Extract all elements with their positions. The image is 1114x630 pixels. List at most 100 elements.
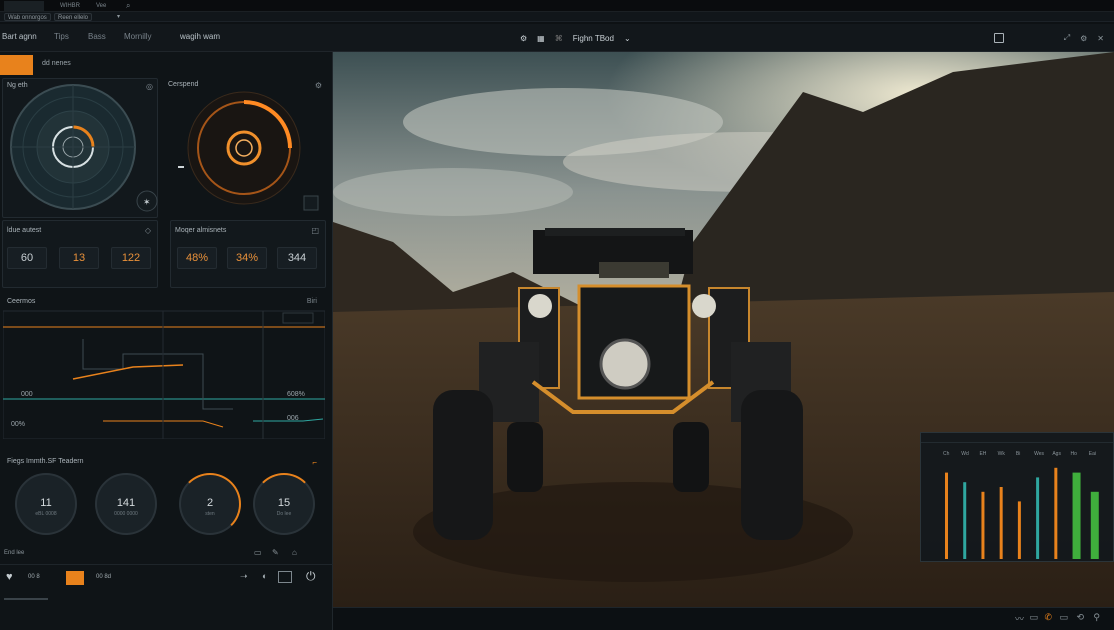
browser-tab-strip: WIHBR Vee ⌕ xyxy=(0,0,1114,12)
graph-value: 000 xyxy=(21,391,33,398)
camera-viewport[interactable]: Ch Wd EH Wk Bi Wes Ags Ho Eai xyxy=(333,52,1114,607)
chart-bar xyxy=(1090,491,1099,559)
card-title: ldue autest xyxy=(7,227,42,234)
gauge-value: 11 xyxy=(40,497,52,509)
signal-graph[interactable] xyxy=(3,309,325,439)
stat-value: 344 xyxy=(277,247,317,269)
settings-icon[interactable]: ⚙ xyxy=(315,81,322,90)
chart-category-label: Eai xyxy=(1089,451,1096,457)
pin-icon[interactable]: ⚲ xyxy=(1093,612,1100,623)
gauge-dial[interactable]: 2 sten xyxy=(179,473,241,535)
chart-category-label: Wd xyxy=(961,451,969,457)
gauge-sub: eBL 0008 xyxy=(35,511,57,517)
menu-item[interactable]: Mornilly xyxy=(124,32,152,41)
control-label: 00 8d xyxy=(96,574,112,580)
video-icon[interactable]: ▭ xyxy=(254,548,262,557)
dropdown-icon[interactable]: ▾ xyxy=(114,13,123,21)
stat-value: 34% xyxy=(227,247,267,269)
info-icon[interactable]: ◎ xyxy=(146,82,153,91)
viewport-status-bar: 〰 ▭ ✆ ▭ ⟲ ⚲ xyxy=(333,607,1114,630)
gauge-value: 2 xyxy=(206,497,214,509)
control-row: ♥ 00 8 00 8d ➝ ◐ ⏻ xyxy=(0,564,333,588)
arrow-right-icon[interactable]: ➝ xyxy=(240,571,248,582)
layer-icon[interactable]: ⌂ xyxy=(292,548,297,557)
fullscreen-icon[interactable] xyxy=(993,33,1004,43)
record-button[interactable] xyxy=(66,571,84,585)
expand-icon[interactable]: ⤢ xyxy=(1064,33,1070,43)
stat-value: 13 xyxy=(59,247,99,269)
chart-category-label: EH xyxy=(979,451,986,457)
card-title: Fiegs Immth.SF Teadern xyxy=(7,458,84,465)
graph-value: 006 xyxy=(287,415,299,422)
heart-icon[interactable]: ♥ xyxy=(6,571,13,583)
refresh-icon[interactable]: ⟲ xyxy=(1076,612,1084,623)
left-control-panel: dd nenes Ng eth ✶ ◎ Cerspend ⚙ ldue aute… xyxy=(0,52,333,630)
brightness-icon[interactable]: ◐ xyxy=(262,571,267,581)
compass-dial[interactable] xyxy=(164,78,328,218)
graph-value: 00% xyxy=(11,421,26,428)
chart-category-label: Ch xyxy=(943,451,950,457)
card-title: Ceermos xyxy=(7,298,36,305)
radar-dial[interactable]: ✶ xyxy=(3,79,159,219)
camera-icon[interactable]: ⚙ xyxy=(520,34,527,43)
svg-text:✶: ✶ xyxy=(143,197,151,207)
shield-icon[interactable]: ◇ xyxy=(145,226,151,235)
menu-item[interactable]: Bart agnn xyxy=(2,32,37,41)
screen-icon[interactable] xyxy=(278,571,292,583)
display-icon[interactable]: ▭ xyxy=(1059,612,1068,623)
gauge-dial[interactable]: 11 eBL 0008 xyxy=(15,473,77,535)
control-label: 00 8 xyxy=(28,574,40,580)
center-toolbar: ⚙ ▦ ⌘ Fighn TBod ⌄ xyxy=(520,30,631,46)
signal-graph-card: Ceermos Biri 000 00% 608% 006 xyxy=(2,294,325,440)
stat-value: 48% xyxy=(177,247,217,269)
search-icon[interactable]: ⌕ xyxy=(122,1,134,11)
power-icon[interactable]: ⏻ xyxy=(306,569,316,584)
chart-category-label: Bi xyxy=(1016,451,1020,457)
settings-icon[interactable]: ⚙ xyxy=(1080,34,1087,43)
waveform-icon[interactable]: 〰 xyxy=(1015,612,1024,625)
chart-bar xyxy=(963,482,967,559)
level-chart: Ch Wd EH Wk Bi Wes Ags Ho Eai xyxy=(943,451,1099,559)
address-segment[interactable]: Reen ellelo xyxy=(54,13,93,21)
close-icon[interactable]: ✕ xyxy=(1097,34,1104,43)
app-header: Bart agnn Tips Bass Mornilly wagih wam ⚙… xyxy=(0,24,1114,52)
stat-value: 60 xyxy=(7,247,47,269)
address-segment[interactable]: Wab onnorgos xyxy=(4,13,51,21)
active-tab[interactable] xyxy=(0,55,33,75)
browser-tab[interactable] xyxy=(4,1,44,11)
menu-item[interactable]: wagih wam xyxy=(180,32,220,41)
menu-item[interactable]: Bass xyxy=(88,32,106,41)
scroll-indicator[interactable] xyxy=(4,598,48,600)
gauge-sub: sten xyxy=(205,511,215,517)
chart-bar xyxy=(1072,472,1081,559)
browser-tab[interactable]: WIHBR xyxy=(56,1,84,11)
chart-bar xyxy=(999,487,1003,559)
chart-bar xyxy=(981,491,985,559)
chart-bar xyxy=(945,472,948,559)
gauge-sub: 0000 0000 xyxy=(114,511,138,517)
tab-label[interactable]: dd nenes xyxy=(42,60,71,67)
folder-icon[interactable]: ▭ xyxy=(1029,612,1038,623)
browser-tab[interactable]: Vee xyxy=(92,1,110,11)
chart-category-label: Wk xyxy=(998,451,1006,457)
phone-icon[interactable]: ✆ xyxy=(1044,612,1052,623)
chevron-icon[interactable]: ⌐ xyxy=(312,458,317,467)
chevron-down-icon[interactable]: ⌄ xyxy=(624,34,631,43)
graph-label: Biri xyxy=(306,298,317,305)
menu-item[interactable]: Tips xyxy=(54,32,69,41)
gauge-value: 141 xyxy=(116,497,136,509)
card-title: Moqer almisnets xyxy=(175,227,227,234)
grid-icon[interactable]: ▦ xyxy=(537,34,545,43)
chart-bar xyxy=(1054,467,1058,559)
gauge-dial[interactable]: 141 0000 0000 xyxy=(95,473,157,535)
right-toolbar: ⤢ ⚙ ✕ xyxy=(993,30,1104,46)
edit-icon[interactable]: ✎ xyxy=(272,548,279,557)
compass-card: Cerspend ⚙ xyxy=(164,78,328,218)
chart-category-label: Wes xyxy=(1034,451,1044,457)
expand-icon[interactable]: ◰ xyxy=(311,226,319,235)
graph-value: 608% xyxy=(287,391,305,398)
level-chart-panel[interactable]: Ch Wd EH Wk Bi Wes Ags Ho Eai xyxy=(920,432,1114,562)
radar-card: Ng eth ✶ ◎ xyxy=(2,78,158,218)
gauge-dial[interactable]: 15 Do lee xyxy=(253,473,315,535)
stat-value: 122 xyxy=(111,247,151,269)
